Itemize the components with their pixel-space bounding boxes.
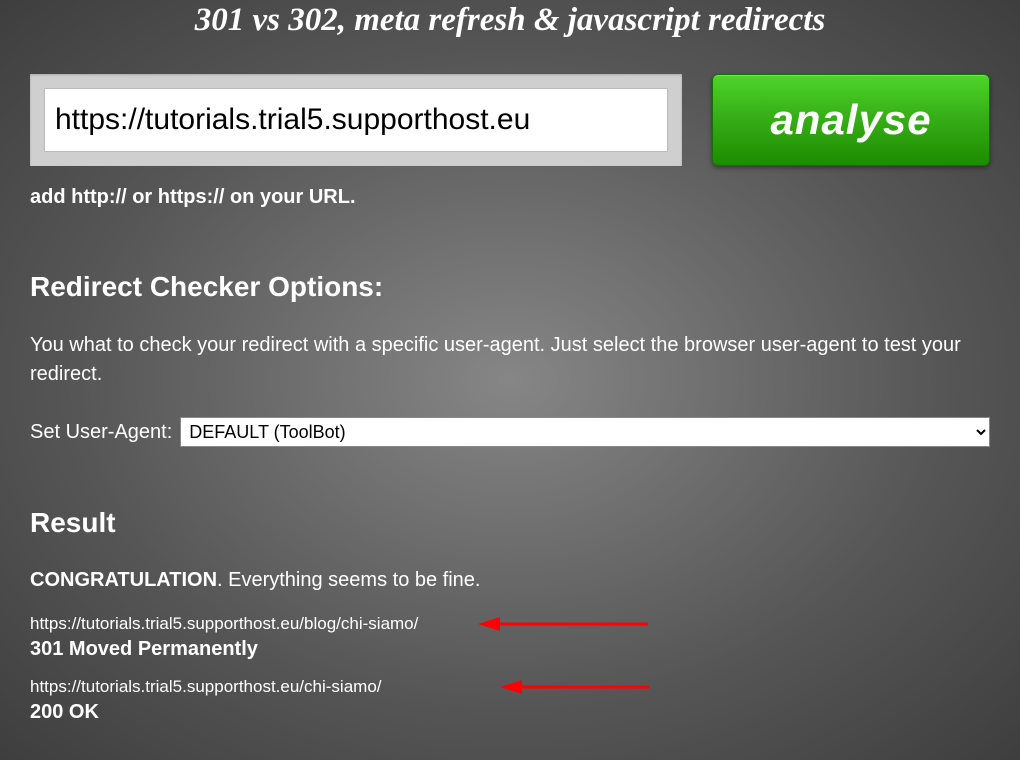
page-title: 301 vs 302, meta refresh & javascript re… bbox=[30, 0, 990, 74]
analyse-button[interactable]: analyse bbox=[712, 74, 990, 166]
result-congrats: CONGRATULATION. Everything seems to be f… bbox=[30, 569, 990, 592]
result-heading: Result bbox=[30, 507, 990, 539]
result-status-2: 200 OK bbox=[30, 701, 990, 724]
url-input-wrapper bbox=[30, 74, 682, 166]
arrow-icon bbox=[500, 677, 650, 697]
search-row: analyse bbox=[30, 74, 990, 166]
arrow-icon bbox=[478, 614, 648, 634]
congrats-rest: . Everything seems to be fine. bbox=[217, 569, 480, 591]
user-agent-label: Set User-Agent: bbox=[30, 421, 172, 444]
url-hint: add http:// or https:// on your URL. bbox=[30, 186, 990, 209]
congrats-bold: CONGRATULATION bbox=[30, 569, 217, 591]
options-heading: Redirect Checker Options: bbox=[30, 271, 990, 303]
user-agent-row: Set User-Agent: DEFAULT (ToolBot) bbox=[30, 417, 990, 447]
result-status-1: 301 Moved Permanently bbox=[30, 638, 990, 661]
result-url-1: https://tutorials.trial5.supporthost.eu/… bbox=[30, 614, 990, 634]
url-input[interactable] bbox=[44, 88, 668, 152]
options-description: You what to check your redirect with a s… bbox=[30, 331, 990, 389]
result-url-text: https://tutorials.trial5.supporthost.eu/… bbox=[30, 677, 382, 696]
result-url-text: https://tutorials.trial5.supporthost.eu/… bbox=[30, 614, 418, 633]
result-url-2: https://tutorials.trial5.supporthost.eu/… bbox=[30, 677, 990, 697]
user-agent-select[interactable]: DEFAULT (ToolBot) bbox=[180, 417, 990, 447]
